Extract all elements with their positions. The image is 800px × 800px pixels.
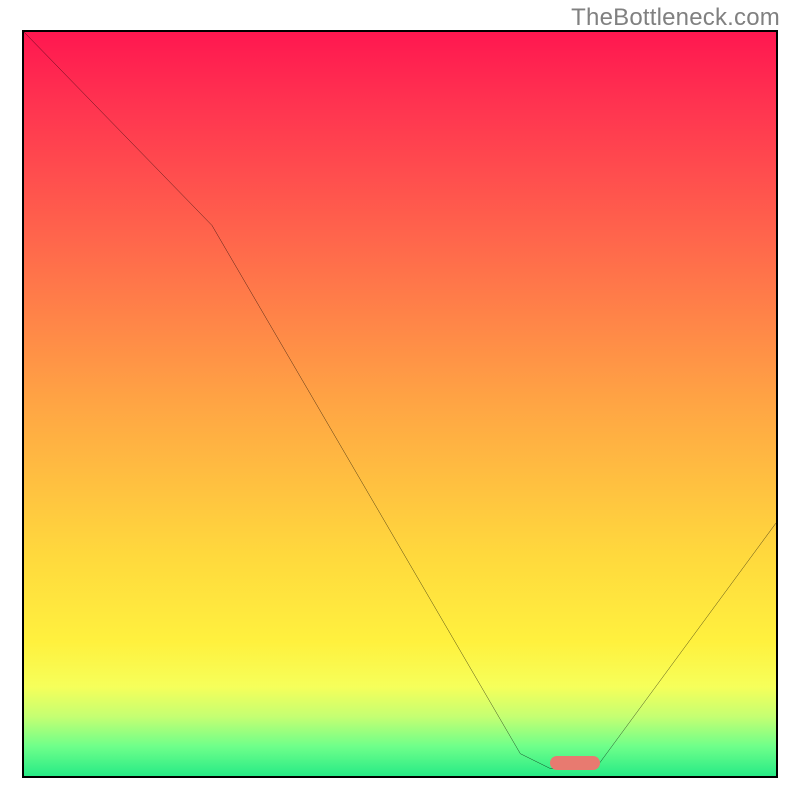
- plot-area: [22, 30, 778, 778]
- watermark-text: TheBottleneck.com: [571, 4, 780, 32]
- bottleneck-curve: [24, 32, 776, 776]
- optimum-marker: [550, 756, 600, 770]
- chart-container: TheBottleneck.com: [0, 0, 800, 800]
